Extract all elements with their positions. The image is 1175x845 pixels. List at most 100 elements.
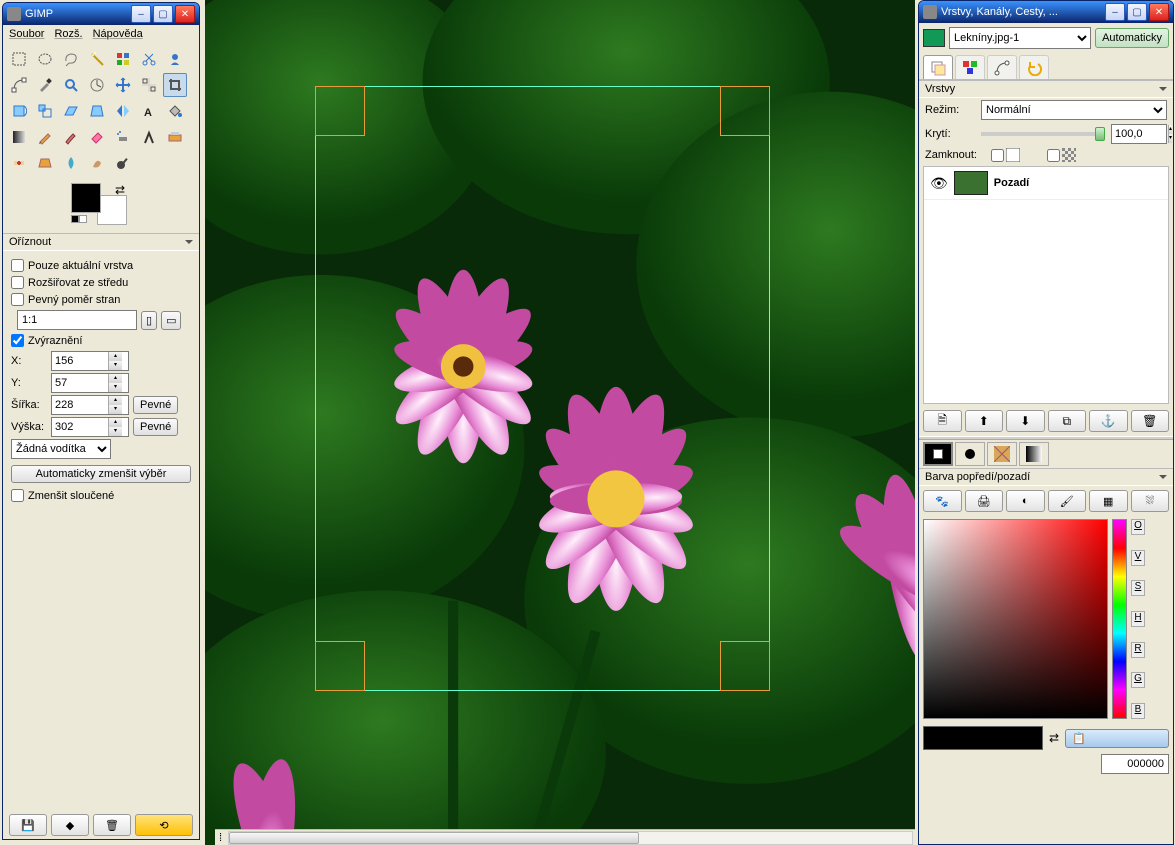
tab-layers[interactable]	[923, 55, 953, 79]
tool-color-picker[interactable]	[33, 73, 57, 97]
minimize-button[interactable]: –	[131, 5, 151, 23]
channel-o-button[interactable]: O	[1131, 519, 1145, 535]
tool-by-color-select[interactable]	[111, 47, 135, 71]
menu-ext[interactable]: Rozš.	[54, 28, 82, 40]
crop-handle-br[interactable]	[720, 641, 770, 691]
tool-blend[interactable]	[7, 125, 31, 149]
crop-rectangle[interactable]	[315, 86, 770, 691]
layers-titlebar[interactable]: Vrstvy, Kanály, Cesty, ... – ▢ ✕	[919, 1, 1173, 23]
maximize-button[interactable]: ▢	[153, 5, 173, 23]
hue-bar[interactable]	[1112, 519, 1127, 719]
layer-duplicate-button[interactable]: ⧉	[1048, 410, 1087, 432]
layer-list[interactable]: 👁 Pozadí	[923, 166, 1169, 404]
layer-up-button[interactable]: ⬆	[965, 410, 1004, 432]
image-canvas[interactable]: ⁞	[205, 0, 915, 845]
toolbox-delete-button[interactable]: 🗑	[93, 814, 131, 836]
chk-expand-center[interactable]	[11, 276, 24, 289]
guides-select[interactable]: Žádná vodítka	[11, 439, 111, 459]
input-y[interactable]	[52, 377, 108, 389]
tool-pencil[interactable]	[33, 125, 57, 149]
channel-v-button[interactable]: V	[1131, 550, 1145, 566]
tool-smudge[interactable]	[85, 151, 109, 175]
tool-fuzzy-select[interactable]	[85, 47, 109, 71]
picker-watercolor-button[interactable]: ⛆	[1131, 490, 1170, 512]
auto-shrink-button[interactable]: Automaticky zmenšit výběr	[11, 465, 191, 483]
close-button[interactable]: ✕	[1149, 3, 1169, 21]
tab-channels[interactable]	[955, 55, 985, 79]
tool-bucket-fill[interactable]	[163, 99, 187, 123]
chk-shrink-merged[interactable]	[11, 489, 24, 502]
palette-tab-fg[interactable]	[923, 442, 953, 466]
tool-free-select[interactable]	[59, 47, 83, 71]
crop-handle-bl[interactable]	[315, 641, 365, 691]
aspect-landscape-button[interactable]: ▭	[161, 311, 181, 330]
tool-rotate[interactable]	[7, 99, 31, 123]
layer-row[interactable]: 👁 Pozadí	[924, 167, 1168, 200]
tool-blur[interactable]	[59, 151, 83, 175]
tool-paintbrush[interactable]	[59, 125, 83, 149]
maximize-button[interactable]: ▢	[1127, 3, 1147, 21]
current-color-swatch[interactable]	[923, 726, 1043, 750]
menu-help[interactable]: Nápověda	[93, 28, 143, 40]
tool-airbrush[interactable]	[111, 125, 135, 149]
visibility-icon[interactable]: 👁	[930, 175, 948, 192]
layer-new-button[interactable]: 🗎	[923, 410, 962, 432]
tool-ellipse-select[interactable]	[33, 47, 57, 71]
toolbox-restore-button[interactable]: ◆	[51, 814, 89, 836]
image-select[interactable]: Lekníny.jpg-1	[949, 27, 1091, 49]
lock-pixels[interactable]	[991, 149, 1004, 162]
menu-file[interactable]: Soubor	[9, 28, 44, 40]
tool-measure[interactable]	[85, 73, 109, 97]
picker-wheel-button[interactable]: ◐	[1006, 490, 1045, 512]
canvas-hscrollbar[interactable]: ⁞	[215, 829, 915, 845]
tool-crop[interactable]	[163, 73, 187, 97]
tool-paths[interactable]	[7, 73, 31, 97]
chk-fixed-aspect[interactable]	[11, 293, 24, 306]
chk-current-layer[interactable]	[11, 259, 24, 272]
tool-perspective[interactable]	[85, 99, 109, 123]
layer-name[interactable]: Pozadí	[994, 177, 1029, 189]
bg-color-swatch[interactable]	[97, 195, 127, 225]
minimize-button[interactable]: –	[1105, 3, 1125, 21]
layer-down-button[interactable]: ⬇	[1006, 410, 1045, 432]
tool-text[interactable]: A	[137, 99, 161, 123]
layer-delete-button[interactable]: 🗑	[1131, 410, 1170, 432]
channel-b-button[interactable]: B	[1131, 703, 1145, 719]
channel-h-button[interactable]: H	[1131, 611, 1145, 627]
tool-scale[interactable]	[33, 99, 57, 123]
tab-paths[interactable]	[987, 55, 1017, 79]
toolbox-save-button[interactable]: 💾	[9, 814, 47, 836]
channel-s-button[interactable]: S	[1131, 580, 1145, 596]
width-fixed-button[interactable]: Pevné	[133, 396, 178, 414]
height-fixed-button[interactable]: Pevné	[133, 418, 178, 436]
picker-scales-button[interactable]: ▦	[1089, 490, 1128, 512]
palette-tab-brushes[interactable]	[955, 442, 985, 466]
crop-handle-tr[interactable]	[720, 86, 770, 136]
tool-perspective-clone[interactable]	[33, 151, 57, 175]
color-accept-button[interactable]: 📋	[1065, 729, 1169, 748]
fg-bg-color[interactable]: ⇄	[71, 183, 127, 225]
tool-clone[interactable]	[163, 125, 187, 149]
layer-anchor-button[interactable]: ⚓	[1089, 410, 1128, 432]
tool-dodge-burn[interactable]	[111, 151, 135, 175]
chk-highlight[interactable]	[11, 334, 24, 347]
lock-alpha[interactable]	[1047, 149, 1060, 162]
tool-foreground-select[interactable]	[163, 47, 187, 71]
tool-ink[interactable]	[137, 125, 161, 149]
aspect-input[interactable]	[17, 310, 137, 330]
tool-zoom[interactable]	[59, 73, 83, 97]
channel-g-button[interactable]: G	[1131, 672, 1145, 688]
aspect-portrait-button[interactable]: ▯	[141, 311, 157, 330]
tool-eraser[interactable]	[85, 125, 109, 149]
opacity-input[interactable]	[1112, 128, 1168, 140]
hex-input[interactable]	[1101, 754, 1169, 774]
palette-tab-gradients[interactable]	[1019, 442, 1049, 466]
tool-heal[interactable]	[7, 151, 31, 175]
input-x[interactable]	[52, 355, 108, 367]
sv-color-area[interactable]	[923, 519, 1108, 719]
input-height[interactable]	[52, 421, 108, 433]
input-width[interactable]	[52, 399, 108, 411]
tool-options-header[interactable]: Oříznout	[3, 233, 199, 251]
tool-rect-select[interactable]	[7, 47, 31, 71]
fg-color-swatch[interactable]	[71, 183, 101, 213]
